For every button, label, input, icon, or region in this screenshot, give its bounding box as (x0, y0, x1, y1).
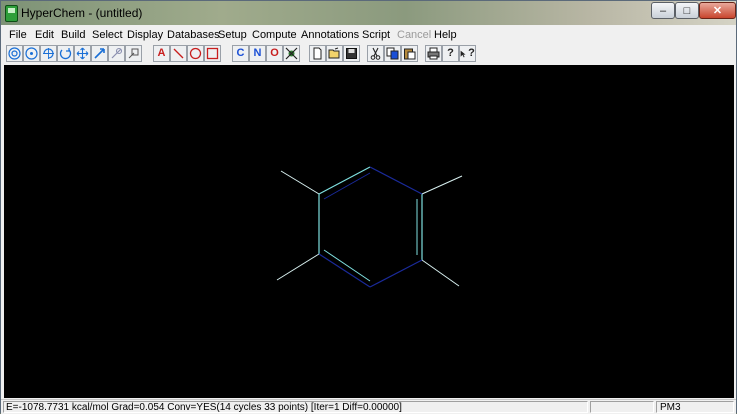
copy-button[interactable] (384, 45, 401, 62)
oxygen-element-button[interactable]: O (266, 45, 283, 62)
printer-icon (427, 47, 440, 60)
rectangle-icon (206, 47, 219, 60)
text-annotation-button[interactable]: A (153, 45, 170, 62)
draw-tool-button[interactable] (6, 45, 23, 62)
ring-bond-top-left-double (323, 172, 371, 200)
arrow-cursor-icon (460, 50, 466, 57)
menu-compute[interactable]: Compute (252, 29, 297, 41)
open-folder-icon (328, 47, 340, 59)
translate-z-button[interactable] (91, 45, 108, 62)
nitrogen-element-button[interactable]: N (249, 45, 266, 62)
clip-button[interactable] (125, 45, 142, 62)
menu-help[interactable]: Help (434, 29, 457, 41)
molecule-workspace[interactable] (4, 65, 734, 398)
rotate-xy-button[interactable] (40, 45, 57, 62)
ellipse-annotation-button[interactable] (187, 45, 204, 62)
window-title: HyperChem - (untitled) (21, 6, 143, 20)
menu-databases[interactable]: Databases (167, 29, 220, 41)
z-translate-icon (94, 48, 105, 59)
save-icon (346, 48, 357, 59)
hyperchem-window: HyperChem - (untitled) – □ ✕ File Edit B… (0, 0, 737, 414)
status-pane-empty (590, 401, 654, 413)
menu-bar: File Edit Build Select Display Databases… (1, 27, 736, 44)
periodic-table-button[interactable] (283, 45, 300, 62)
menu-script[interactable]: Script (362, 29, 390, 41)
z-rotate-icon (59, 48, 72, 60)
ring-bond-bottom-left (318, 253, 371, 288)
ring-bond-bottom-right (369, 259, 423, 288)
line-annotation-button[interactable] (170, 45, 187, 62)
context-help-question: ? (468, 47, 475, 59)
hyperchem-app-icon[interactable] (5, 5, 18, 22)
menu-cancel: Cancel (397, 29, 432, 41)
toolbar: A C N O ? ? (1, 45, 736, 64)
print-button[interactable] (425, 45, 442, 62)
ch-bond-bottom-left (276, 253, 320, 281)
carbon-element-button[interactable]: C (232, 45, 249, 62)
title-bar[interactable]: HyperChem - (untitled) – □ ✕ (1, 1, 736, 25)
line-icon (173, 48, 184, 59)
ring-bond-top-right (369, 166, 423, 195)
menu-setup[interactable]: Setup (218, 29, 247, 41)
xy-rotate-icon (43, 48, 54, 59)
zoom-button[interactable] (108, 45, 125, 62)
molecule-icon (285, 47, 298, 60)
target-circle-icon (25, 47, 38, 60)
maximize-button[interactable]: □ (675, 2, 699, 19)
save-file-button[interactable] (343, 45, 360, 62)
zoom-icon (111, 47, 123, 59)
minimize-button[interactable]: – (651, 2, 675, 19)
menu-build[interactable]: Build (61, 29, 85, 41)
status-method: PM3 (656, 401, 734, 413)
paste-icon (404, 48, 416, 60)
new-file-button[interactable] (309, 45, 326, 62)
menu-edit[interactable]: Edit (35, 29, 54, 41)
ch-bond-bottom-right (421, 259, 460, 287)
help-button[interactable]: ? (442, 45, 459, 62)
new-file-icon (313, 47, 322, 60)
open-file-button[interactable] (326, 45, 343, 62)
translate-xy-button[interactable] (74, 45, 91, 62)
menu-select[interactable]: Select (92, 29, 123, 41)
status-message: E=-1078.7731 kcal/mol Grad=0.054 Conv=YE… (3, 401, 588, 413)
menu-display[interactable]: Display (127, 29, 163, 41)
select-tool-button[interactable] (23, 45, 40, 62)
rotate-z-button[interactable] (57, 45, 74, 62)
cross-arrows-icon (76, 47, 89, 60)
menu-annotations[interactable]: Annotations (301, 29, 359, 41)
status-bar: E=-1078.7731 kcal/mol Grad=0.054 Conv=YE… (1, 399, 736, 414)
ch-bond-top-left (280, 170, 320, 195)
scissors-icon (370, 47, 381, 60)
cut-button[interactable] (367, 45, 384, 62)
close-button[interactable]: ✕ (699, 2, 736, 19)
ellipse-icon (189, 47, 202, 60)
concentric-circles-icon (8, 47, 21, 60)
menu-file[interactable]: File (9, 29, 27, 41)
ch-bond-top-right (421, 175, 463, 195)
paste-button[interactable] (401, 45, 418, 62)
copy-icon (386, 47, 399, 60)
context-help-button[interactable]: ? (459, 45, 476, 62)
clip-icon (128, 48, 139, 59)
rectangle-annotation-button[interactable] (204, 45, 221, 62)
molecule-view (276, 166, 463, 288)
ring-bond-top-left (318, 166, 371, 195)
ring-bond-bottom-left-double (323, 249, 371, 282)
